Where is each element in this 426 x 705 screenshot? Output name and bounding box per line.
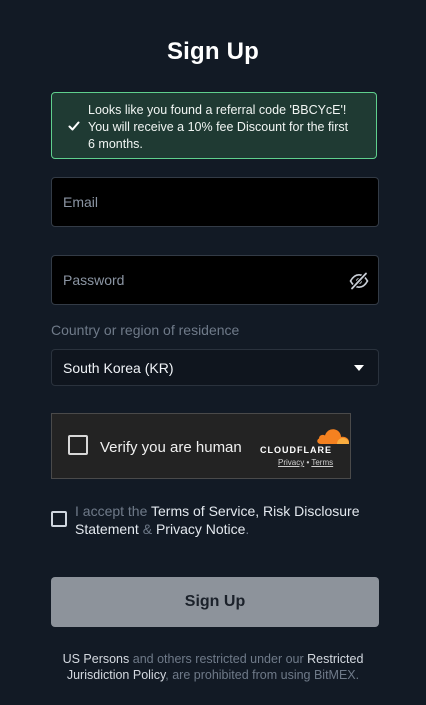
privacy-notice-link[interactable]: Privacy Notice <box>156 521 245 537</box>
sign-up-button[interactable]: Sign Up <box>51 577 379 627</box>
captcha-privacy-link[interactable]: Privacy <box>278 458 304 467</box>
email-field-wrapper <box>51 177 379 227</box>
captcha-link-separator: • <box>306 458 310 467</box>
footer-suffix-text: , are prohibited from using BitMEX. <box>165 668 360 682</box>
referral-line-2: You will receive a 10% fee Discount for … <box>88 120 349 134</box>
captcha-checkbox[interactable] <box>68 435 88 455</box>
captcha-widget: Verify you are human CLOUDFLARE Privacy … <box>51 413 351 479</box>
password-field-wrapper <box>51 255 379 305</box>
password-field[interactable] <box>52 256 378 304</box>
country-label: Country or region of residence <box>51 322 240 338</box>
referral-notice: Looks like you found a referral code 'BB… <box>51 92 377 159</box>
terms-comma: , <box>255 503 264 519</box>
captcha-terms-link[interactable]: Terms <box>311 458 333 467</box>
terms-prefix: I accept the <box>75 503 152 519</box>
terms-checkbox[interactable] <box>51 511 67 527</box>
terms-text: I accept the Terms of Service, Risk Disc… <box>75 502 367 538</box>
caret-down-icon <box>354 365 364 371</box>
page-title: Sign Up <box>166 38 260 65</box>
referral-line-1: Looks like you found a referral code 'BB… <box>88 103 347 117</box>
terms-ampersand: & <box>138 521 156 537</box>
check-icon <box>68 121 80 131</box>
captcha-links: Privacy • Terms <box>278 458 333 467</box>
eye-slash-icon[interactable] <box>349 271 369 291</box>
terms-of-service-link[interactable]: Terms of Service <box>151 503 255 519</box>
email-field[interactable] <box>52 178 378 226</box>
sign-up-page: Sign Up Looks like you found a referral … <box>0 0 426 705</box>
terms-period: . <box>245 521 250 537</box>
cloudflare-cloud-icon <box>317 429 349 444</box>
country-selected-value: South Korea (KR) <box>63 359 174 376</box>
captcha-label: Verify you are human <box>100 439 242 456</box>
footer-notice: US Persons and others restricted under o… <box>30 651 396 683</box>
referral-line-3: 6 months. <box>88 137 143 151</box>
country-select[interactable]: South Korea (KR) <box>51 349 379 386</box>
us-persons-link[interactable]: US Persons <box>63 652 130 666</box>
cloudflare-wordmark: CLOUDFLARE <box>260 445 332 455</box>
footer-middle-text: and others restricted under our <box>129 652 308 666</box>
